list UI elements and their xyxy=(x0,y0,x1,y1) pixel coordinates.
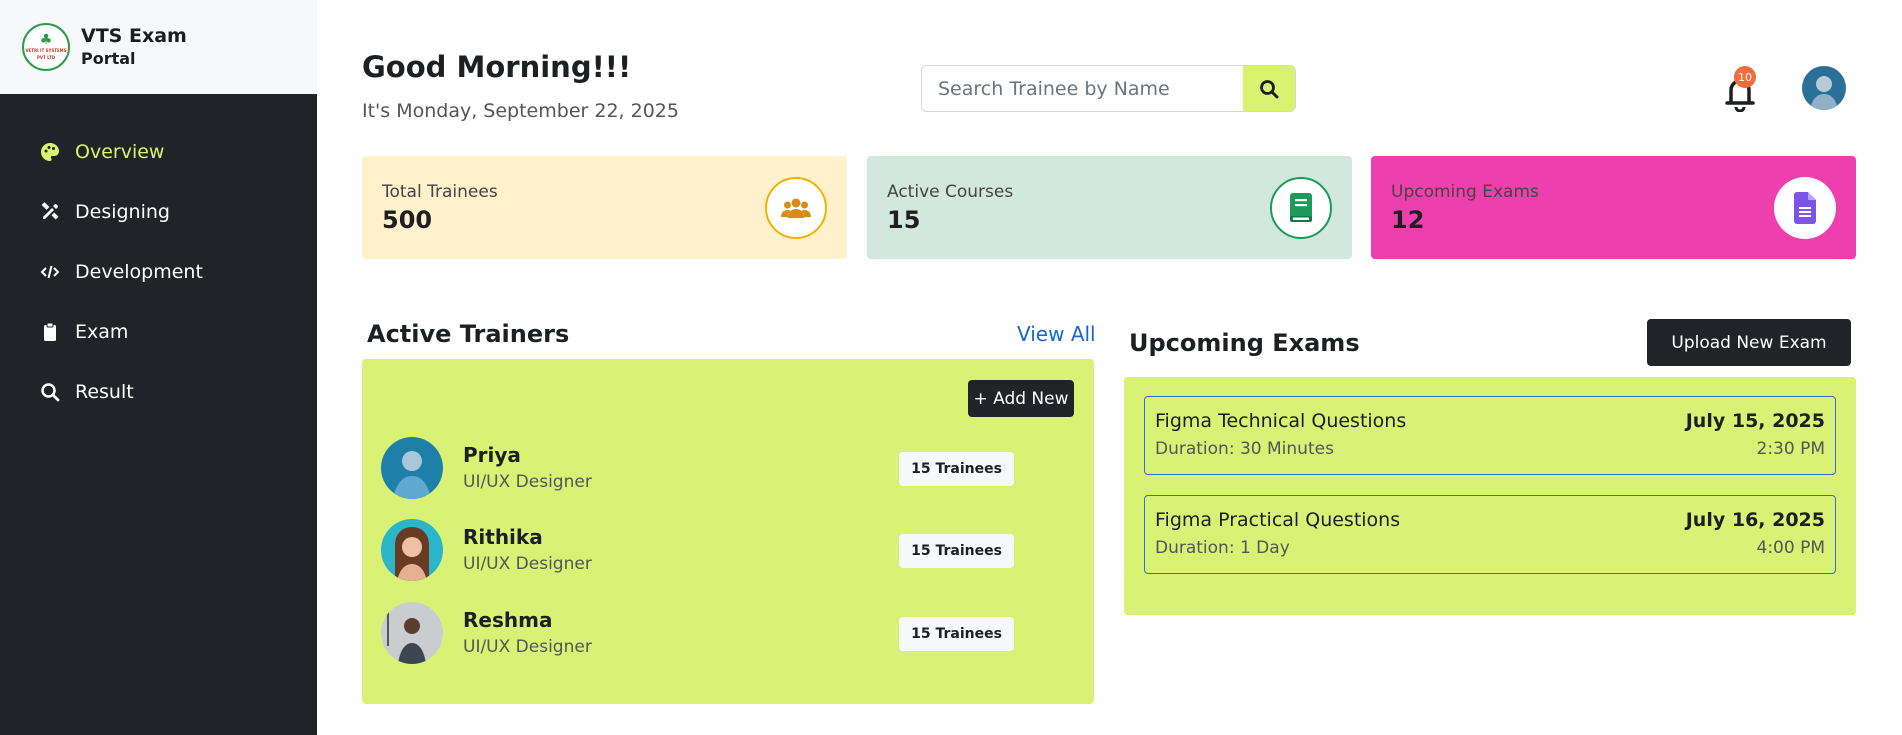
tree-logo-icon: ♣ xyxy=(39,32,53,48)
sidebar-item-label: Development xyxy=(75,261,203,283)
exam-date: July 15, 2025 xyxy=(1685,410,1825,432)
logo-text: VETRI IT SYSTEMS PVT LTD xyxy=(25,48,67,60)
users-icon xyxy=(765,177,827,239)
search-icon xyxy=(39,381,61,403)
search-icon xyxy=(1260,79,1279,98)
sidebar-item-label: Overview xyxy=(75,141,165,163)
trainer-name: Priya xyxy=(463,443,521,467)
upcoming-exams-panel: Figma Technical Questions Duration: 30 M… xyxy=(1124,377,1856,615)
add-new-trainer-button[interactable]: + Add New xyxy=(968,380,1074,417)
sidebar-item-result[interactable]: Result xyxy=(0,362,317,422)
stat-value: 12 xyxy=(1391,206,1425,234)
design-tools-icon xyxy=(39,201,61,223)
exam-title: Figma Practical Questions xyxy=(1155,509,1401,531)
stat-label: Total Trainees xyxy=(382,182,498,202)
trainer-role: UI/UX Designer xyxy=(463,472,592,492)
clipboard-icon xyxy=(39,321,61,343)
palette-icon xyxy=(39,141,61,163)
exam-duration: Duration: 30 Minutes xyxy=(1155,439,1334,459)
user-avatar[interactable] xyxy=(1802,66,1846,110)
trainer-name: Rithika xyxy=(463,525,543,549)
stat-value: 15 xyxy=(887,206,921,234)
brand-header: ♣ VETRI IT SYSTEMS PVT LTD VTS Exam Port… xyxy=(0,0,317,94)
exam-time: 2:30 PM xyxy=(1756,439,1826,459)
trainees-count-badge: 15 Trainees xyxy=(899,617,1014,651)
exam-title: Figma Technical Questions xyxy=(1155,410,1407,432)
active-trainers-title: Active Trainers xyxy=(367,320,570,348)
exam-time: 4:00 PM xyxy=(1756,538,1826,558)
greeting-heading: Good Morning!!! xyxy=(362,50,632,84)
trainer-row[interactable]: Priya UI/UX Designer 15 Trainees xyxy=(381,437,1061,499)
active-trainers-panel: + Add New Priya UI/UX Designer 15 Traine… xyxy=(362,359,1094,704)
exam-duration: Duration: 1 Day xyxy=(1155,538,1290,558)
trainer-role: UI/UX Designer xyxy=(463,554,592,574)
document-icon xyxy=(1774,177,1836,239)
trainer-role: UI/UX Designer xyxy=(463,637,592,657)
sidebar: ♣ VETRI IT SYSTEMS PVT LTD VTS Exam Port… xyxy=(0,0,317,735)
stat-card-total-trainees: Total Trainees 500 xyxy=(362,156,847,259)
trainees-count-badge: 15 Trainees xyxy=(899,452,1014,486)
stat-label: Active Courses xyxy=(887,182,1014,202)
stat-label: Upcoming Exams xyxy=(1391,182,1539,202)
trainees-count-badge: 15 Trainees xyxy=(899,534,1014,568)
brand-title: VTS Exam xyxy=(81,25,187,47)
exam-card[interactable]: Figma Technical Questions Duration: 30 M… xyxy=(1144,396,1836,475)
notification-count-badge: 10 xyxy=(1734,66,1756,88)
sidebar-item-label: Result xyxy=(75,381,134,403)
upcoming-exams-title: Upcoming Exams xyxy=(1129,329,1360,357)
trainee-search xyxy=(921,65,1296,112)
company-logo: ♣ VETRI IT SYSTEMS PVT LTD xyxy=(22,23,70,71)
sidebar-item-overview[interactable]: Overview xyxy=(0,122,317,182)
view-all-link[interactable]: View All xyxy=(1017,322,1096,346)
search-input[interactable] xyxy=(922,66,1243,111)
sidebar-item-development[interactable]: Development xyxy=(0,242,317,302)
stat-card-active-courses: Active Courses 15 xyxy=(867,156,1352,259)
stat-value: 500 xyxy=(382,206,433,234)
brand-name: VTS Exam Portal xyxy=(81,24,187,70)
sidebar-item-exam[interactable]: Exam xyxy=(0,302,317,362)
code-icon xyxy=(39,261,61,283)
sidebar-item-label: Exam xyxy=(75,321,129,343)
trainer-row[interactable]: Rithika UI/UX Designer 15 Trainees xyxy=(381,519,1061,581)
trainer-row[interactable]: Reshma UI/UX Designer 15 Trainees xyxy=(381,602,1061,664)
sidebar-item-label: Designing xyxy=(75,201,170,223)
search-button[interactable] xyxy=(1243,66,1295,111)
avatar xyxy=(381,519,443,581)
avatar xyxy=(381,602,443,664)
upload-new-exam-button[interactable]: Upload New Exam xyxy=(1647,319,1851,366)
exam-card[interactable]: Figma Practical Questions Duration: 1 Da… xyxy=(1144,495,1836,574)
trainer-name: Reshma xyxy=(463,608,553,632)
book-icon xyxy=(1270,177,1332,239)
sidebar-item-designing[interactable]: Designing xyxy=(0,182,317,242)
avatar xyxy=(381,437,443,499)
stat-card-upcoming-exams: Upcoming Exams 12 xyxy=(1371,156,1856,259)
sidebar-nav: Overview Designing Development Exam Resu… xyxy=(0,94,317,422)
exam-date: July 16, 2025 xyxy=(1685,509,1825,531)
brand-subtitle: Portal xyxy=(81,49,136,68)
current-date: It's Monday, September 22, 2025 xyxy=(362,100,679,122)
